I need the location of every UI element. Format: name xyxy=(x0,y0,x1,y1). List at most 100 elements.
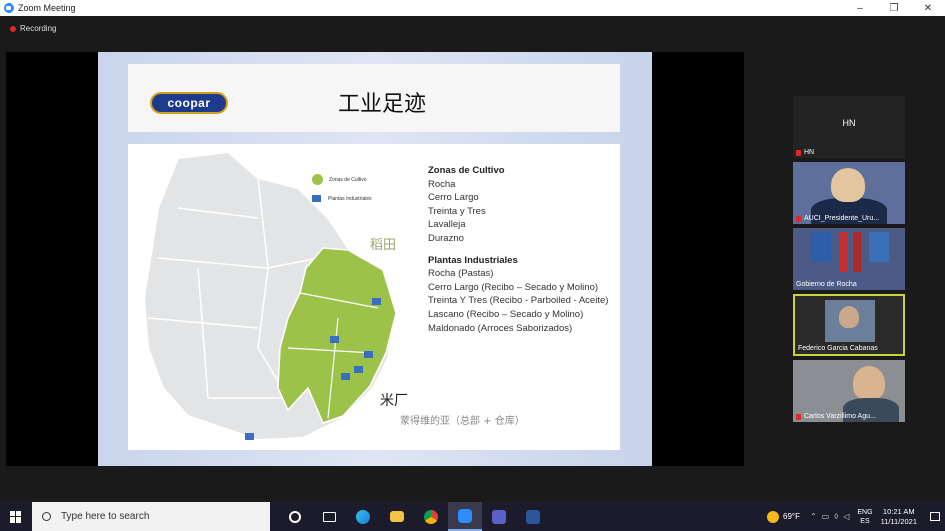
cortana-icon xyxy=(289,510,301,523)
legend-cultivation: Zonas de Cultivo xyxy=(312,174,372,185)
participant-face xyxy=(853,366,885,400)
participant-name: HN xyxy=(796,149,814,156)
notification-icon xyxy=(930,512,940,521)
taskbar-apps xyxy=(278,502,550,531)
teams-icon xyxy=(492,509,506,524)
word-icon xyxy=(526,509,540,524)
window-title: Zoom Meeting xyxy=(18,3,76,13)
weather-temp: 69°F xyxy=(783,512,801,521)
chevron-up-icon[interactable]: ⌃ xyxy=(810,512,817,521)
chrome-icon xyxy=(424,509,438,524)
tray-icons: ⌃ ▭ ◊ ◁ xyxy=(810,512,849,521)
slide-body: Zonas de Cultivo Plantas Industriales 稻田… xyxy=(128,144,620,450)
taskbar-search[interactable]: Type here to search xyxy=(32,502,270,531)
folder-icon xyxy=(390,511,404,522)
participant-name: Carlos Varzillimo Agu... xyxy=(796,413,876,420)
participant-tile-active-speaker[interactable]: Federico Garcia Cabanas xyxy=(793,294,905,356)
windows-logo-icon xyxy=(10,510,22,523)
factory-icon xyxy=(245,433,254,440)
factory-icon xyxy=(372,298,381,305)
record-icon xyxy=(10,25,16,32)
close-button[interactable]: ✕ xyxy=(911,0,945,16)
bluetooth-icon[interactable]: ◊ xyxy=(834,512,838,521)
slide-header: coopar 工业足迹 xyxy=(128,64,620,132)
factory-icon xyxy=(330,336,339,343)
flag-banner xyxy=(869,232,889,262)
participant-initials: HN xyxy=(842,118,856,128)
presentation-slide: coopar 工业足迹 Zonas de Cultivo Plantas Ind… xyxy=(98,52,652,466)
word-button[interactable] xyxy=(516,502,550,531)
search-placeholder: Type here to search xyxy=(61,511,150,522)
slide-text-block: Zonas de Cultivo Rocha Cerro Largo Trein… xyxy=(428,164,618,335)
participant-name: Gobierno de Rocha xyxy=(796,281,857,288)
planta-item: Lascano (Recibo – Secado y Molino) xyxy=(428,308,584,320)
edge-icon xyxy=(356,509,370,524)
task-view-icon xyxy=(322,511,336,522)
hq-label: 蒙得维的亚（总部 + 仓库） xyxy=(400,416,525,427)
zona-item: Treinta y Tres xyxy=(428,205,486,217)
participant-name: Federico Garcia Cabanas xyxy=(798,345,878,352)
factory-icon xyxy=(341,373,350,380)
legend-plants: Plantas Industriales xyxy=(312,195,372,202)
window-controls: – ❐ ✕ xyxy=(843,0,945,16)
zona-item: Durazno xyxy=(428,232,464,244)
search-icon xyxy=(42,512,51,521)
cortana-button[interactable] xyxy=(278,502,312,531)
participant-tile[interactable]: Carlos Varzillimo Agu... xyxy=(793,360,905,422)
mic-muted-icon xyxy=(796,215,801,222)
window-titlebar: Zoom Meeting – ❐ ✕ xyxy=(0,0,945,16)
participant-tile[interactable]: HN HN xyxy=(793,96,905,158)
start-button[interactable] xyxy=(0,502,32,531)
meeting-area: Recording coopar 工业足迹 Zonas de Cultivo P… xyxy=(0,16,945,502)
slide-title: 工业足迹 xyxy=(338,92,427,117)
zona-item: Rocha xyxy=(428,178,456,190)
screen-share-view[interactable]: coopar 工业足迹 Zonas de Cultivo Plantas Ind… xyxy=(6,52,744,466)
rice-mill-label: 米厂 xyxy=(380,393,408,409)
chrome-button[interactable] xyxy=(414,502,448,531)
mic-muted-icon xyxy=(796,413,801,420)
edge-button[interactable] xyxy=(346,502,380,531)
volume-icon[interactable]: ◁ xyxy=(843,512,849,521)
planta-item: Rocha (Pastas) xyxy=(428,268,494,280)
clock-date: 11/11/2021 xyxy=(880,516,917,526)
language-indicator[interactable]: ENG ES xyxy=(857,508,872,526)
factory-icon xyxy=(364,351,373,358)
planta-item: Cerro Largo (Recibo – Secado y Molino) xyxy=(428,281,599,293)
system-tray: 69°F ⌃ ▭ ◊ ◁ ENG ES 10:21 AM 11/11/2021 xyxy=(767,502,945,531)
teams-button[interactable] xyxy=(482,502,516,531)
legend-plants-label: Plantas Industriales xyxy=(328,195,372,202)
task-view-button[interactable] xyxy=(312,502,346,531)
zoom-taskbar-button[interactable] xyxy=(448,502,482,531)
participant-tile[interactable]: Gobierno de Rocha xyxy=(793,228,905,290)
participant-face xyxy=(839,306,859,328)
zoom-app-icon xyxy=(4,3,14,13)
taskbar-clock[interactable]: 10:21 AM 11/11/2021 xyxy=(881,507,917,527)
zona-item: Cerro Largo xyxy=(428,192,479,204)
green-dot-icon xyxy=(312,174,323,185)
coopar-logo: coopar xyxy=(150,92,228,114)
flag-banner xyxy=(839,232,847,272)
windows-taskbar: Type here to search 69°F ⌃ ▭ ◊ ◁ ENG ES … xyxy=(0,502,945,531)
sun-icon xyxy=(767,510,780,523)
weather-widget[interactable]: 69°F xyxy=(767,510,801,523)
factory-icon xyxy=(354,366,363,373)
factory-icon xyxy=(312,195,321,202)
participant-face xyxy=(831,168,865,202)
flag-banner xyxy=(811,232,831,262)
mic-muted-icon xyxy=(796,149,801,156)
clock-time: 10:21 AM xyxy=(882,506,915,516)
planta-item: Treinta Y Tres (Recibo - Parboiled - Ace… xyxy=(428,295,609,307)
zoom-icon xyxy=(458,508,472,523)
flag-banner xyxy=(853,232,861,272)
recording-label: Recording xyxy=(20,24,57,33)
notification-button[interactable] xyxy=(925,502,945,531)
zona-item: Lavalleja xyxy=(428,219,466,231)
network-icon[interactable]: ▭ xyxy=(822,512,830,521)
recording-indicator[interactable]: Recording xyxy=(10,24,56,33)
participant-tile[interactable]: AUCI_Presidente_Uru... xyxy=(793,162,905,224)
minimize-button[interactable]: – xyxy=(843,0,877,16)
file-explorer-button[interactable] xyxy=(380,502,414,531)
maximize-button[interactable]: ❐ xyxy=(877,0,911,16)
planta-item: Maldonado (Arroces Saborizados) xyxy=(428,322,573,334)
plantas-heading: Plantas Industriales xyxy=(428,254,518,266)
